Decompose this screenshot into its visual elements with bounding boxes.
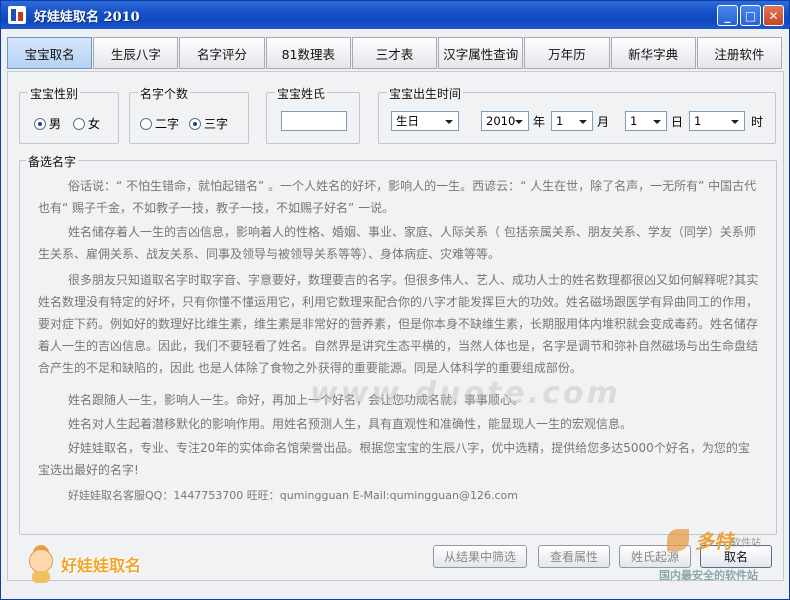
name-count-label: 名字个数 <box>138 85 191 102</box>
chevron-down-icon <box>653 120 661 124</box>
tab-calendar[interactable]: 万年历 <box>524 37 610 69</box>
close-button[interactable]: ✕ <box>763 5 784 26</box>
gender-male-label: 男 <box>49 117 62 131</box>
year-select[interactable]: 2010 <box>481 111 529 131</box>
info-paragraph: 姓名储存着人一生的吉凶信息，影响着人的性格、婚姻、事业、家庭、人际关系（ 包括亲… <box>38 225 756 261</box>
calendar-type-select[interactable]: 生日 <box>391 111 459 131</box>
month-value: 1 <box>556 114 564 128</box>
hour-value: 1 <box>694 114 702 128</box>
year-value: 2010 <box>486 114 516 128</box>
day-value: 1 <box>630 114 638 128</box>
calendar-type-value: 生日 <box>396 114 419 128</box>
chevron-down-icon <box>445 120 453 124</box>
tab-char-attributes[interactable]: 汉字属性查询 <box>438 37 524 69</box>
name-count-group: 名字个数 二字 三字 <box>129 85 249 144</box>
window-title: 好娃娃取名 2010 <box>34 9 140 25</box>
radio-checked-icon <box>189 117 202 130</box>
contact-paragraph: 好娃娃取名客服QQ：1447753700 旺旺：qumingguan E-Mai… <box>68 489 518 502</box>
site-watermark: www.duote.com <box>310 376 621 411</box>
tab-baby-naming[interactable]: 宝宝取名 <box>7 37 93 69</box>
radio-unchecked-icon <box>140 117 152 130</box>
hour-select[interactable]: 1 <box>689 111 745 131</box>
minimize-button[interactable]: _ <box>717 5 738 26</box>
leaf-icon <box>667 529 689 551</box>
gender-label: 宝宝性别 <box>28 85 81 102</box>
tab-sancai[interactable]: 三才表 <box>351 37 438 69</box>
month-select[interactable]: 1 <box>551 111 593 131</box>
three-char-radio[interactable]: 三字 <box>189 115 228 132</box>
three-char-label: 三字 <box>204 117 229 131</box>
hour-unit: 时 <box>751 115 764 129</box>
view-attributes-button[interactable]: 查看属性 <box>538 545 610 568</box>
tab-register[interactable]: 注册软件 <box>696 37 782 69</box>
day-select[interactable]: 1 <box>625 111 667 131</box>
chevron-down-icon <box>731 120 739 124</box>
candidate-names-label: 备选名字 <box>26 153 79 170</box>
baby-icon <box>25 545 57 583</box>
chevron-down-icon <box>515 120 523 124</box>
title-bar[interactable]: 好娃娃取名 2010 _ □ ✕ <box>1 1 789 29</box>
maximize-button[interactable]: □ <box>740 5 761 26</box>
tab-81-numbers[interactable]: 81数理表 <box>265 37 351 69</box>
radio-unchecked-icon <box>73 117 86 130</box>
numerology-paragraph: 很多朋友只知道取名字时取字音、字意要好，数理要吉的名字。但很多伟人、艺人、成功人… <box>38 273 759 375</box>
download-site-watermark: 多特 软件站 国内最安全的软件站 <box>659 527 787 585</box>
two-char-label: 二字 <box>155 117 180 131</box>
filter-results-button[interactable]: 从结果中筛选 <box>433 545 527 568</box>
surname-group: 宝宝姓氏 <box>266 85 360 144</box>
tab-name-score[interactable]: 名字评分 <box>179 37 265 69</box>
tab-content: 宝宝性别 男 女 名字个数 二字 三字 宝宝姓氏 宝宝出生时间 生日 2010 … <box>7 71 784 581</box>
birth-time-label: 宝宝出生时间 <box>387 85 464 102</box>
watermark-brand: 多特 <box>695 531 734 553</box>
candidate-names-box[interactable]: 备选名字 俗话说：“ 不怕生错命，就怕起错名” 。一个人姓名的好坏，影响人的一生… <box>19 153 777 535</box>
year-unit: 年 <box>533 115 546 129</box>
month-unit: 月 <box>597 115 610 129</box>
surname-label: 宝宝姓氏 <box>275 85 328 102</box>
product-paragraph: 好娃娃取名，专业、专注20年的实体命名馆荣誉出品。根据您宝宝的生辰八字，优中选精… <box>38 441 750 477</box>
app-logo-icon <box>8 6 26 24</box>
gender-female-radio[interactable]: 女 <box>73 115 100 132</box>
two-char-radio[interactable]: 二字 <box>140 115 179 132</box>
watermark-tag: 软件站 <box>731 538 761 549</box>
main-tabs: 宝宝取名 生辰八字 名字评分 81数理表 三才表 汉字属性查询 万年历 新华字典… <box>7 37 783 69</box>
surname-input[interactable] <box>281 111 347 131</box>
intro-paragraph: 俗话说：“ 不怕生错命，就怕起错名” 。一个人姓名的好坏，影响人的一生。西谚云：… <box>38 179 757 215</box>
tab-bazi[interactable]: 生辰八字 <box>93 37 179 69</box>
gender-group: 宝宝性别 男 女 <box>19 85 119 144</box>
brand-text: 好娃娃取名 <box>61 556 142 575</box>
app-brand-logo: 好娃娃取名 <box>25 545 141 583</box>
birth-time-group: 宝宝出生时间 生日 2010 年 1 月 1 日 1 时 <box>378 85 776 144</box>
day-unit: 日 <box>671 115 684 129</box>
influence-paragraph: 姓名对人生起着潜移默化的影响作用。用姓名预测人生，具有直观性和准确性，能显现人一… <box>68 417 633 431</box>
app-window: 好娃娃取名 2010 _ □ ✕ 宝宝取名 生辰八字 名字评分 81数理表 三才… <box>0 0 790 600</box>
watermark-slogan: 国内最安全的软件站 <box>659 569 758 582</box>
chevron-down-icon <box>579 120 587 124</box>
gender-male-radio[interactable]: 男 <box>34 115 61 132</box>
gender-female-label: 女 <box>88 117 101 131</box>
window-controls: _ □ ✕ <box>717 5 784 26</box>
radio-checked-icon <box>34 117 46 130</box>
tab-dictionary[interactable]: 新华字典 <box>610 37 696 69</box>
